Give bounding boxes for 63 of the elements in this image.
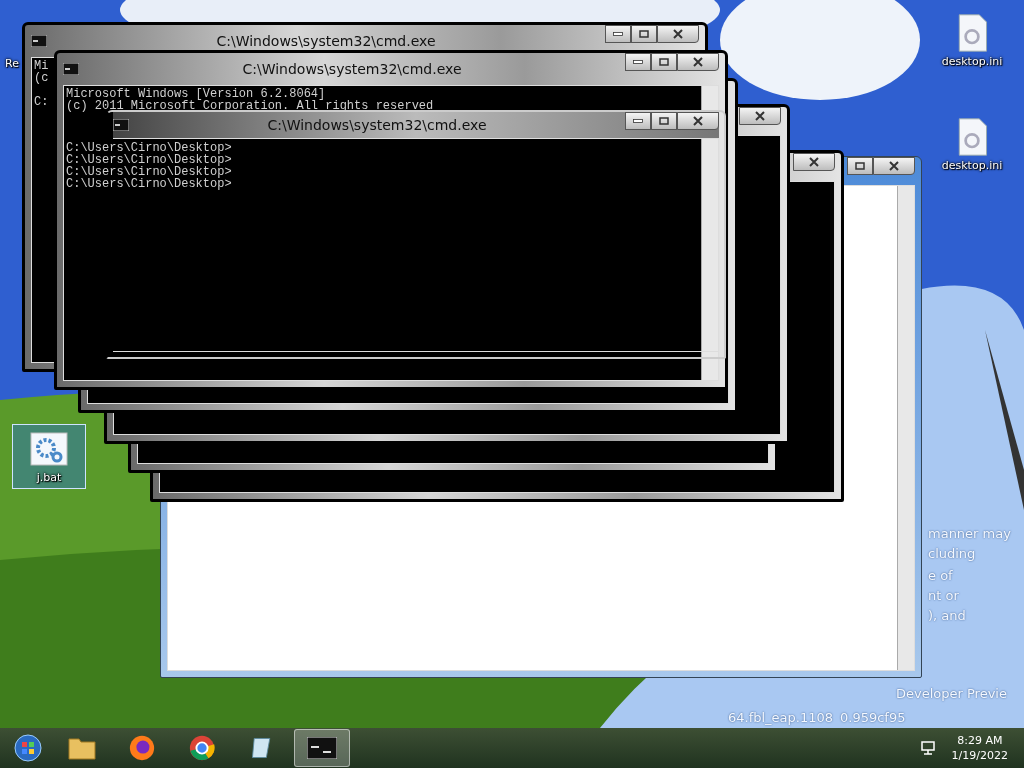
window-title: C:\Windows\system32\cmd.exe — [215, 33, 437, 49]
console-line: C:\Users\Cirno\Desktop> — [66, 141, 232, 155]
desktop-icon[interactable]: j.bat — [12, 424, 86, 489]
minimize-icon — [633, 119, 643, 123]
close-icon — [673, 29, 683, 39]
minimize-icon — [613, 32, 623, 36]
close-icon — [693, 57, 703, 67]
console-icon — [31, 35, 47, 47]
network-icon[interactable] — [919, 740, 936, 756]
start-icon — [13, 733, 43, 763]
close-icon — [889, 161, 899, 171]
desktop-icon[interactable]: desktop.ini — [935, 8, 1009, 73]
minimize-icon — [633, 60, 643, 64]
console-line: C:\Users\Cirno\Desktop> — [66, 177, 232, 191]
desktop-icon[interactable]: Re — [2, 56, 22, 71]
close-button[interactable] — [677, 112, 719, 130]
wallpaper-text: 64.fbl_eap.1108 — [728, 710, 834, 725]
maximize-button[interactable] — [651, 112, 677, 130]
close-button[interactable] — [739, 107, 781, 125]
gear-icon — [29, 429, 69, 469]
maximize-icon — [855, 162, 865, 170]
desktop-icon[interactable]: desktop.ini — [935, 112, 1009, 177]
maximize-button[interactable] — [651, 53, 677, 71]
browser-icon — [128, 734, 156, 762]
console-icon — [113, 119, 129, 131]
clock-time[interactable]: 8:29 AM — [957, 734, 1003, 747]
wallpaper-text: e of — [928, 568, 953, 583]
maximize-button[interactable] — [631, 25, 657, 43]
console-line: Microsoft Windows [Version 6.2.8064] — [66, 87, 326, 101]
clock-date[interactable]: 1/19/2022 — [951, 749, 1008, 762]
folder-icon — [67, 735, 97, 761]
console-line: (c — [34, 71, 49, 85]
close-icon — [809, 157, 819, 167]
browser-icon — [188, 734, 216, 762]
wallpaper-text: Developer Previe — [896, 686, 1007, 701]
taskbar-button[interactable] — [294, 729, 350, 767]
maximize-icon — [639, 30, 649, 38]
maximize-icon — [659, 58, 669, 66]
scrollbar[interactable] — [897, 186, 914, 670]
close-button[interactable] — [657, 25, 699, 43]
wallpaper-text: nt or — [928, 588, 959, 603]
minimize-button[interactable] — [625, 53, 651, 71]
console-line: C: — [34, 95, 49, 109]
close-button[interactable] — [793, 153, 835, 171]
wallpaper-text: cluding — [928, 546, 976, 561]
console-icon — [307, 737, 337, 759]
close-icon — [755, 111, 765, 121]
maximize-icon — [659, 117, 669, 125]
wallpaper-text: manner may — [928, 526, 1011, 541]
close-button[interactable] — [873, 157, 915, 175]
wallpaper-text: ), and — [928, 608, 966, 623]
console-line: C:\Users\Cirno\Desktop> — [66, 165, 232, 179]
close-icon — [693, 116, 703, 126]
console-line: Mi — [34, 59, 49, 73]
console-icon — [63, 63, 79, 75]
console-line: C:\Users\Cirno\Desktop> — [66, 153, 232, 167]
minimize-button[interactable] — [625, 112, 651, 130]
minimize-button[interactable] — [605, 25, 631, 43]
close-button[interactable] — [677, 53, 719, 71]
wallpaper-text: 0.959cf95 — [840, 710, 906, 725]
window-title: C:\Windows\system32\cmd.exe — [266, 117, 488, 133]
maximize-button[interactable] — [847, 157, 873, 175]
window-title: C:\Windows\system32\cmd.exe — [241, 61, 463, 77]
